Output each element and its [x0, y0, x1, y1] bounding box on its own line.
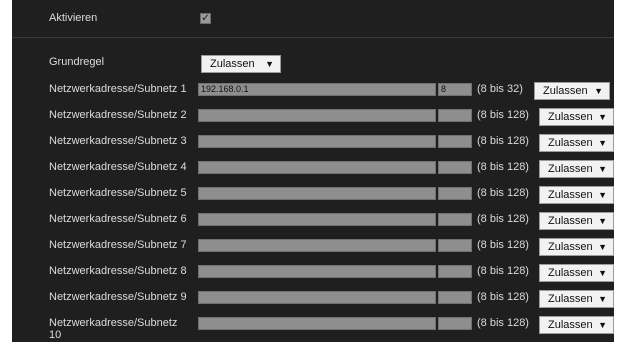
- subnet-row: Netzwerkadresse/Subnetz 10 (8 bis 128) Z…: [12, 315, 614, 342]
- action-value: Zulassen: [548, 163, 593, 175]
- subnet-mask-input[interactable]: [438, 213, 472, 226]
- subnet-label: Netzwerkadresse/Subnetz 10: [49, 317, 178, 341]
- address-input[interactable]: [198, 213, 436, 226]
- subnet-row: Netzwerkadresse/Subnetz 9 (8 bis 128) Zu…: [12, 289, 614, 308]
- chevron-down-icon: ▼: [594, 86, 603, 96]
- chevron-down-icon: ▼: [598, 242, 607, 252]
- subnet-label: Netzwerkadresse/Subnetz 6: [49, 213, 187, 225]
- chevron-down-icon: ▼: [598, 268, 607, 278]
- action-value: Zulassen: [548, 137, 593, 149]
- action-select[interactable]: Zulassen ▼: [539, 264, 614, 282]
- subnet-row: Netzwerkadresse/Subnetz 5 (8 bis 128) Zu…: [12, 185, 614, 204]
- action-value: Zulassen: [548, 241, 593, 253]
- address-input[interactable]: [198, 187, 436, 200]
- range-hint: (8 bis 128): [477, 265, 529, 277]
- action-select[interactable]: Zulassen ▼: [539, 290, 614, 308]
- subnet-row: Netzwerkadresse/Subnetz 3 (8 bis 128) Zu…: [12, 133, 614, 152]
- subnet-label: Netzwerkadresse/Subnetz 5: [49, 187, 187, 199]
- default-rule-value: Zulassen: [210, 58, 255, 70]
- subnet-label: Netzwerkadresse/Subnetz 4: [49, 161, 187, 173]
- action-select[interactable]: Zulassen ▼: [539, 160, 614, 178]
- subnet-mask-input[interactable]: [438, 109, 472, 122]
- range-hint: (8 bis 128): [477, 187, 529, 199]
- range-hint: (8 bis 128): [477, 291, 529, 303]
- access-settings-panel: Aktivieren ✓ Grundregel Zulassen ▼ Netzw…: [12, 0, 614, 342]
- subnet-mask-input[interactable]: [438, 317, 472, 330]
- subnet-row: Netzwerkadresse/Subnetz 2 (8 bis 128) Zu…: [12, 107, 614, 126]
- action-select[interactable]: Zulassen ▼: [539, 238, 614, 256]
- subnet-mask-input[interactable]: [438, 187, 472, 200]
- address-input[interactable]: 192.168.0.1: [198, 83, 436, 96]
- subnet-row: Netzwerkadresse/Subnetz 4 (8 bis 128) Zu…: [12, 159, 614, 178]
- range-hint: (8 bis 128): [477, 135, 529, 147]
- subnet-label: Netzwerkadresse/Subnetz 7: [49, 239, 187, 251]
- subnet-row: Netzwerkadresse/Subnetz 6 (8 bis 128) Zu…: [12, 211, 614, 230]
- address-input[interactable]: [198, 265, 436, 278]
- subnet-row: Netzwerkadresse/Subnetz 7 (8 bis 128) Zu…: [12, 237, 614, 256]
- subnet-mask-input[interactable]: [438, 239, 472, 252]
- chevron-down-icon: ▼: [598, 294, 607, 304]
- subnet-label: Netzwerkadresse/Subnetz 3: [49, 135, 187, 147]
- chevron-down-icon: ▼: [598, 138, 607, 148]
- range-hint: (8 bis 128): [477, 239, 529, 251]
- action-select[interactable]: Zulassen ▼: [539, 108, 614, 126]
- action-value: Zulassen: [548, 293, 593, 305]
- address-input[interactable]: [198, 109, 436, 122]
- subnet-row: Netzwerkadresse/Subnetz 8 (8 bis 128) Zu…: [12, 263, 614, 282]
- subnet-mask-input[interactable]: [438, 135, 472, 148]
- action-value: Zulassen: [543, 85, 588, 97]
- range-hint: (8 bis 128): [477, 317, 529, 329]
- subnet-mask-input[interactable]: 8: [438, 83, 472, 96]
- action-select[interactable]: Zulassen ▼: [539, 134, 614, 152]
- chevron-down-icon: ▼: [598, 164, 607, 174]
- chevron-down-icon: ▼: [598, 216, 607, 226]
- subnet-mask-input[interactable]: [438, 161, 472, 174]
- action-select[interactable]: Zulassen ▼: [539, 212, 614, 230]
- address-input[interactable]: [198, 161, 436, 174]
- action-select[interactable]: Zulassen ▼: [539, 316, 614, 334]
- subnet-label: Netzwerkadresse/Subnetz 8: [49, 265, 187, 277]
- chevron-down-icon: ▼: [598, 320, 607, 330]
- address-input[interactable]: [198, 135, 436, 148]
- range-hint: (8 bis 32): [477, 83, 523, 95]
- default-rule-row: Grundregel Zulassen ▼: [12, 52, 614, 76]
- default-rule-select[interactable]: Zulassen ▼: [201, 55, 281, 73]
- chevron-down-icon: ▼: [265, 59, 274, 69]
- subnet-label: Netzwerkadresse/Subnetz 1: [49, 83, 187, 95]
- range-hint: (8 bis 128): [477, 161, 529, 173]
- action-value: Zulassen: [548, 111, 593, 123]
- chevron-down-icon: ▼: [598, 190, 607, 200]
- default-rule-label: Grundregel: [49, 56, 105, 68]
- address-input[interactable]: [198, 317, 436, 330]
- enable-row: Aktivieren ✓: [12, 0, 614, 37]
- action-value: Zulassen: [548, 267, 593, 279]
- section-divider: [12, 37, 614, 38]
- range-hint: (8 bis 128): [477, 109, 529, 121]
- subnet-label: Netzwerkadresse/Subnetz 2: [49, 109, 187, 121]
- chevron-down-icon: ▼: [598, 112, 607, 122]
- range-hint: (8 bis 128): [477, 213, 529, 225]
- action-select[interactable]: Zulassen ▼: [539, 186, 614, 204]
- enable-label: Aktivieren: [49, 12, 98, 24]
- subnet-label: Netzwerkadresse/Subnetz 9: [49, 291, 187, 303]
- subnet-mask-input[interactable]: [438, 265, 472, 278]
- action-value: Zulassen: [548, 215, 593, 227]
- subnet-row: Netzwerkadresse/Subnetz 1 192.168.0.1 8 …: [12, 81, 614, 100]
- address-input[interactable]: [198, 239, 436, 252]
- action-select[interactable]: Zulassen ▼: [534, 82, 610, 100]
- enable-checkbox[interactable]: ✓: [200, 13, 211, 24]
- action-value: Zulassen: [548, 319, 593, 331]
- action-value: Zulassen: [548, 189, 593, 201]
- subnet-mask-input[interactable]: [438, 291, 472, 304]
- address-input[interactable]: [198, 291, 436, 304]
